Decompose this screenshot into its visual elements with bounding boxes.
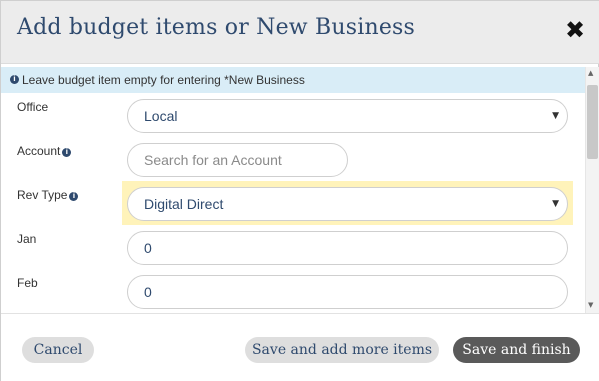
- chevron-down-icon: ▼: [552, 111, 559, 121]
- form-body: Office Local ▼ Account i Search for an Ac…: [1, 93, 585, 313]
- info-icon: i: [62, 148, 72, 157]
- info-bar: i Leave budget item empty for entering *…: [1, 67, 585, 93]
- scroll-down-icon[interactable]: ▼: [588, 301, 593, 309]
- chevron-down-icon: ▼: [552, 199, 559, 209]
- save-and-finish-button[interactable]: Save and finish: [453, 337, 580, 363]
- jan-label: Jan: [17, 232, 36, 246]
- jan-input[interactable]: 0: [127, 231, 568, 265]
- account-label: Account i: [17, 144, 72, 158]
- feb-input[interactable]: 0: [127, 275, 568, 309]
- office-label-text: Office: [17, 100, 49, 114]
- rev-type-label: Rev Type i: [17, 188, 79, 202]
- rev-type-label-text: Rev Type: [17, 188, 68, 202]
- add-budget-modal: Add budget items or New Business ✖ i Lea…: [0, 0, 599, 381]
- office-value: Local: [144, 108, 178, 124]
- scrollbar-thumb[interactable]: [587, 85, 598, 159]
- feb-label: Feb: [17, 276, 38, 290]
- office-select[interactable]: Local ▼: [127, 99, 568, 133]
- office-label: Office: [17, 100, 48, 114]
- rev-type-select[interactable]: Digital Direct ▼: [127, 187, 568, 221]
- jan-value: 0: [144, 240, 152, 256]
- info-icon: i: [69, 192, 79, 201]
- close-icon[interactable]: ✖: [562, 17, 588, 43]
- scroll-up-icon[interactable]: ▲: [588, 69, 593, 77]
- account-label-text: Account: [17, 144, 61, 158]
- account-search-input[interactable]: Search for an Account: [127, 143, 348, 177]
- feb-label-text: Feb: [17, 276, 38, 290]
- modal-title: Add budget items or New Business: [17, 15, 416, 40]
- modal-header: Add budget items or New Business ✖: [1, 1, 599, 64]
- account-placeholder: Search for an Account: [144, 152, 282, 168]
- info-text: Leave budget item empty for entering *Ne…: [22, 73, 305, 87]
- jan-label-text: Jan: [17, 232, 37, 246]
- save-and-add-more-button[interactable]: Save and add more items: [245, 337, 439, 363]
- info-icon: i: [10, 75, 19, 84]
- rev-type-value: Digital Direct: [144, 196, 224, 212]
- cancel-button[interactable]: Cancel: [22, 337, 94, 363]
- feb-value: 0: [144, 284, 152, 300]
